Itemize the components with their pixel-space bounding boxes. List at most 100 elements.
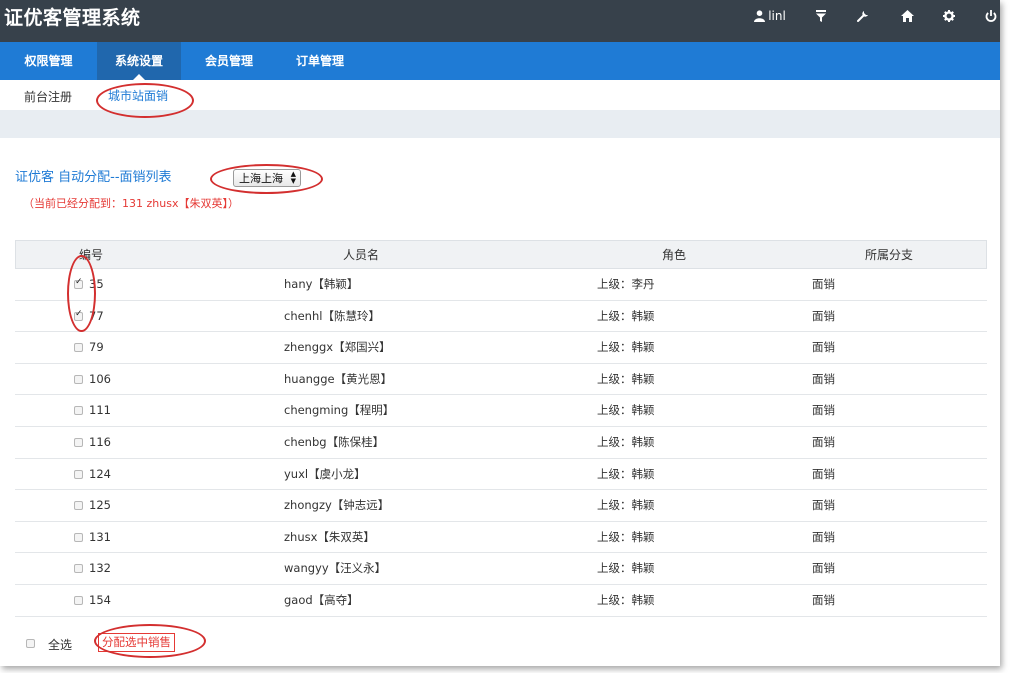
row-checkbox[interactable] <box>74 501 83 511</box>
tab-orders[interactable]: 订单管理 <box>277 42 363 80</box>
city-select[interactable]: 上海上海 ▲ ▼ <box>233 169 301 187</box>
app-window: 证优客管理系统 linl 权限管理 系统设置 会员管理 订单管理 前台注册 城市… <box>0 0 1000 666</box>
table-row: 35 hany【韩颖】 上级：李丹 面销 <box>15 269 987 301</box>
home-icon[interactable] <box>896 0 918 32</box>
subnav-frontend-register[interactable]: 前台注册 <box>24 88 72 105</box>
table-row: 116 chenbg【陈保桂】 上级：韩颖 面销 <box>15 427 987 459</box>
row-checkbox[interactable] <box>74 437 83 447</box>
row-person-name: yuxl【虞小龙】 <box>284 466 366 481</box>
row-checkbox[interactable] <box>74 406 83 416</box>
row-branch: 面销 <box>812 498 835 513</box>
row-branch: 面销 <box>812 371 835 386</box>
tab-system-settings[interactable]: 系统设置 <box>97 42 181 80</box>
row-id: 132 <box>89 561 111 576</box>
user-menu[interactable]: linl <box>748 0 792 32</box>
row-person-name: zhusx【朱双英】 <box>284 529 375 544</box>
sales-table: 编号 人员名 角色 所属分支 35 hany【韩颖】 上级：李丹 面销 77 c… <box>15 240 987 617</box>
row-role: 上级：韩颖 <box>597 434 655 449</box>
row-branch: 面销 <box>812 308 835 323</box>
table-row: 111 chengming【程明】 上级：韩颖 面销 <box>15 395 987 427</box>
user-name: linl <box>768 9 786 23</box>
user-icon <box>754 10 766 22</box>
header-id: 编号 <box>79 248 104 262</box>
table-row: 154 gaod【高夺】 上级：韩颖 面销 <box>15 585 987 617</box>
gear-icon[interactable] <box>938 0 960 32</box>
select-all-label: 全选 <box>48 638 73 652</box>
table-row: 124 yuxl【虞小龙】 上级：韩颖 面销 <box>15 459 987 491</box>
header-role: 角色 <box>662 248 687 262</box>
row-branch: 面销 <box>812 466 835 481</box>
row-checkbox[interactable] <box>74 564 83 574</box>
select-all-checkbox[interactable] <box>26 639 35 648</box>
row-role: 上级：韩颖 <box>597 340 655 355</box>
row-checkbox[interactable] <box>74 469 83 479</box>
main-nav: 权限管理 系统设置 会员管理 订单管理 <box>0 42 1000 80</box>
row-role: 上级：韩颖 <box>597 403 655 418</box>
wrench-icon[interactable] <box>852 0 874 32</box>
row-branch: 面销 <box>812 403 835 418</box>
row-branch: 面销 <box>812 340 835 355</box>
row-role: 上级：韩颖 <box>597 561 655 576</box>
row-branch: 面销 <box>812 561 835 576</box>
filter-icon[interactable] <box>810 0 832 32</box>
row-branch: 面销 <box>812 592 835 607</box>
sub-nav: 前台注册 城市站面销 <box>0 80 1000 110</box>
assign-status-note: （当前已经分配到：131 zhusx【朱双英】） <box>23 197 239 210</box>
table-body: 35 hany【韩颖】 上级：李丹 面销 77 chenhl【陈慧玲】 上级：韩… <box>15 269 987 617</box>
content-divider <box>0 110 1000 138</box>
city-select-value: 上海上海 <box>239 172 283 185</box>
row-branch: 面销 <box>812 529 835 544</box>
table-row: 106 huangge【黄光恩】 上级：韩颖 面销 <box>15 364 987 396</box>
row-role: 上级：韩颖 <box>597 466 655 481</box>
row-person-name: chengming【程明】 <box>284 403 395 418</box>
row-id: 116 <box>89 434 111 449</box>
table-row: 125 zhongzy【钟志远】 上级：韩颖 面销 <box>15 490 987 522</box>
row-role: 上级：韩颖 <box>597 592 655 607</box>
row-branch: 面销 <box>812 277 835 291</box>
row-id: 79 <box>89 340 104 355</box>
row-role: 上级：韩颖 <box>597 498 655 513</box>
row-person-name: chenbg【陈保桂】 <box>284 434 385 449</box>
row-role: 上级：韩颖 <box>597 308 655 323</box>
row-checkbox[interactable] <box>74 374 83 384</box>
table-row: 77 chenhl【陈慧玲】 上级：韩颖 面销 <box>15 301 987 333</box>
row-branch: 面销 <box>812 434 835 449</box>
row-id: 154 <box>89 592 111 607</box>
row-id: 77 <box>89 308 104 323</box>
table-row: 131 zhusx【朱双英】 上级：韩颖 面销 <box>15 522 987 554</box>
row-id: 124 <box>89 466 111 481</box>
row-checkbox[interactable] <box>74 343 83 353</box>
table-row: 79 zhenggx【郑国兴】 上级：韩颖 面销 <box>15 332 987 364</box>
row-role: 上级：韩颖 <box>597 529 655 544</box>
assign-selected-button[interactable]: 分配选中销售 <box>98 633 175 652</box>
table-row: 132 wangyy【汪义永】 上级：韩颖 面销 <box>15 553 987 585</box>
row-person-name: hany【韩颖】 <box>284 277 359 291</box>
row-person-name: wangyy【汪义永】 <box>284 561 387 576</box>
subnav-city-sales[interactable]: 城市站面销 <box>108 87 168 104</box>
power-icon[interactable] <box>980 0 1000 32</box>
row-person-name: gaod【高夺】 <box>284 592 359 607</box>
row-id: 131 <box>89 529 111 544</box>
app-title: 证优客管理系统 <box>4 7 141 29</box>
row-id: 111 <box>89 403 111 418</box>
row-person-name: huangge【黄光恩】 <box>284 371 393 386</box>
row-role: 上级：韩颖 <box>597 371 655 386</box>
row-role: 上级：李丹 <box>597 277 655 291</box>
row-person-name: zhenggx【郑国兴】 <box>284 340 391 355</box>
table-header: 编号 人员名 角色 所属分支 <box>15 240 987 269</box>
row-checkbox[interactable] <box>74 595 83 605</box>
row-id: 106 <box>89 371 111 386</box>
row-person-name: zhongzy【钟志远】 <box>284 498 390 513</box>
page-title: 证优客 自动分配--面销列表 <box>15 170 172 185</box>
top-bar: 证优客管理系统 linl <box>0 0 1000 42</box>
row-checkbox[interactable] <box>74 277 83 289</box>
tab-permissions[interactable]: 权限管理 <box>0 42 97 80</box>
row-checkbox[interactable] <box>74 309 83 321</box>
row-id: 35 <box>89 277 104 291</box>
row-person-name: chenhl【陈慧玲】 <box>284 308 380 323</box>
select-arrows-icon: ▲ ▼ <box>290 170 296 185</box>
header-name: 人员名 <box>343 248 380 262</box>
row-id: 125 <box>89 498 111 513</box>
row-checkbox[interactable] <box>74 532 83 542</box>
tab-members[interactable]: 会员管理 <box>181 42 277 80</box>
